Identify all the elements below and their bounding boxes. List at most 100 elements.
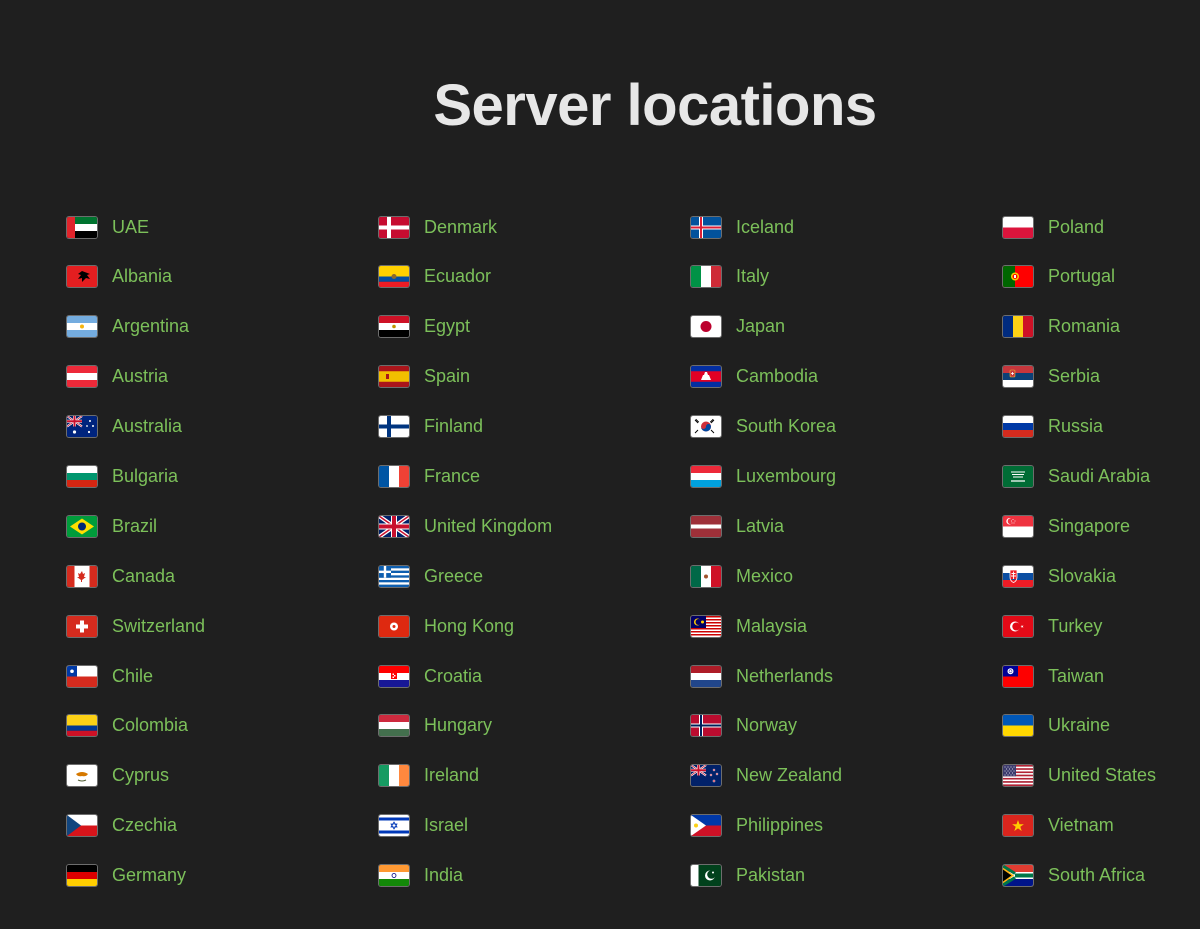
tw-flag-icon: [1003, 665, 1033, 687]
ar-flag-icon: [67, 316, 97, 338]
location-link-ch[interactable]: Switzerland: [67, 611, 367, 641]
location-link-gr[interactable]: Greece: [379, 561, 679, 591]
location-link-nl[interactable]: Netherlands: [691, 661, 991, 691]
location-link-za[interactable]: South Africa: [1003, 861, 1200, 891]
location-name: India: [424, 865, 464, 886]
location-link-pk[interactable]: Pakistan: [691, 861, 991, 891]
location-link-ar[interactable]: Argentina: [67, 312, 367, 342]
location-link-cy[interactable]: Cyprus: [67, 761, 367, 791]
location-link-eg[interactable]: Egypt: [379, 312, 679, 342]
location-link-de[interactable]: Germany: [67, 861, 367, 891]
location-link-bg[interactable]: Bulgaria: [67, 461, 367, 491]
location-link-fr[interactable]: France: [379, 461, 679, 491]
location-link-is[interactable]: Iceland: [691, 212, 991, 242]
fi-flag-icon: [379, 416, 409, 438]
pt-flag-icon: [1003, 266, 1033, 288]
location-name: Spain: [424, 366, 471, 387]
jp-flag-icon: [691, 316, 721, 338]
location-link-gb[interactable]: United Kingdom: [379, 511, 679, 541]
location-link-us[interactable]: United States: [1003, 761, 1200, 791]
location-link-sa[interactable]: Saudi Arabia: [1003, 461, 1200, 491]
location-link-au[interactable]: Australia: [67, 412, 367, 442]
location-link-at[interactable]: Austria: [67, 362, 367, 392]
location-link-hu[interactable]: Hungary: [379, 711, 679, 741]
location-name: Taiwan: [1048, 665, 1105, 686]
location-name: Albania: [112, 266, 173, 287]
location-link-ua[interactable]: Ukraine: [1003, 711, 1200, 741]
ru-flag-icon: [1003, 416, 1033, 438]
location-name: Bulgaria: [112, 465, 179, 486]
location-link-fi[interactable]: Finland: [379, 412, 679, 442]
location-name: Argentina: [112, 316, 190, 337]
location-link-lv[interactable]: Latvia: [691, 511, 991, 541]
location-link-kh[interactable]: Cambodia: [691, 362, 991, 392]
location-link-es[interactable]: Spain: [379, 362, 679, 392]
location-link-lu[interactable]: Luxembourg: [691, 461, 991, 491]
za-flag-icon: [1003, 865, 1033, 887]
location-name: Romania: [1048, 316, 1121, 337]
location-link-rs[interactable]: Serbia: [1003, 362, 1200, 392]
lv-flag-icon: [691, 515, 721, 537]
location-name: Chile: [112, 665, 154, 686]
location-name: Luxembourg: [736, 465, 837, 486]
location-name: Serbia: [1048, 366, 1101, 387]
location-link-sk[interactable]: Slovakia: [1003, 561, 1200, 591]
location-link-br[interactable]: Brazil: [67, 511, 367, 541]
location-link-hk[interactable]: Hong Kong: [379, 611, 679, 641]
location-link-cl[interactable]: Chile: [67, 661, 367, 691]
location-link-ca[interactable]: Canada: [67, 561, 367, 591]
location-name: Croatia: [424, 665, 483, 686]
in-flag-icon: [379, 865, 409, 887]
location-link-cz[interactable]: Czechia: [67, 811, 367, 841]
nl-flag-icon: [691, 665, 721, 687]
location-link-ec[interactable]: Ecuador: [379, 262, 679, 292]
ec-flag-icon: [379, 266, 409, 288]
location-name: United Kingdom: [424, 515, 553, 536]
location-name: Iceland: [736, 216, 795, 237]
location-link-kr[interactable]: South Korea: [691, 412, 991, 442]
ro-flag-icon: [1003, 316, 1033, 338]
location-link-mx[interactable]: Mexico: [691, 561, 991, 591]
location-link-ru[interactable]: Russia: [1003, 412, 1200, 442]
location-link-co[interactable]: Colombia: [67, 711, 367, 741]
location-name: Denmark: [424, 216, 498, 237]
location-link-al[interactable]: Albania: [67, 262, 367, 292]
location-name: Saudi Arabia: [1048, 465, 1151, 486]
ae-flag-icon: [67, 216, 97, 238]
location-column-3: Iceland Italy Japan Cambodia South Korea Luxe…: [691, 212, 991, 910]
location-link-ph[interactable]: Philippines: [691, 811, 991, 841]
location-link-tw[interactable]: Taiwan: [1003, 661, 1200, 691]
location-link-it[interactable]: Italy: [691, 262, 991, 292]
location-name: Malaysia: [736, 615, 808, 636]
location-link-my[interactable]: Malaysia: [691, 611, 991, 641]
location-link-pl[interactable]: Poland: [1003, 212, 1200, 242]
location-link-no[interactable]: Norway: [691, 711, 991, 741]
location-name: Germany: [112, 865, 187, 886]
location-name: South Africa: [1048, 865, 1146, 886]
location-name: Netherlands: [736, 665, 834, 686]
location-link-ie[interactable]: Ireland: [379, 761, 679, 791]
location-name: Norway: [736, 715, 798, 736]
location-column-1: UAE Albania Argentina Austria Australia Bulg…: [67, 212, 367, 910]
location-link-vn[interactable]: Vietnam: [1003, 811, 1200, 841]
location-link-ae[interactable]: UAE: [67, 212, 367, 242]
location-link-dk[interactable]: Denmark: [379, 212, 679, 242]
bg-flag-icon: [67, 465, 97, 487]
gb-flag-icon: [379, 515, 409, 537]
location-link-tr[interactable]: Turkey: [1003, 611, 1200, 641]
location-name: Czechia: [112, 815, 178, 836]
location-link-jp[interactable]: Japan: [691, 312, 991, 342]
location-link-sg[interactable]: Singapore: [1003, 511, 1200, 541]
location-name: Egypt: [424, 316, 471, 337]
location-name: Finland: [424, 416, 484, 437]
location-link-pt[interactable]: Portugal: [1003, 262, 1200, 292]
location-name: United States: [1048, 765, 1157, 786]
location-link-ro[interactable]: Romania: [1003, 312, 1200, 342]
location-link-in[interactable]: India: [379, 861, 679, 891]
location-link-il[interactable]: Israel: [379, 811, 679, 841]
location-name: Hungary: [424, 715, 493, 736]
location-link-nz[interactable]: New Zealand: [691, 761, 991, 791]
location-name: Slovakia: [1048, 565, 1117, 586]
location-link-hr[interactable]: Croatia: [379, 661, 679, 691]
location-name: Russia: [1048, 416, 1104, 437]
